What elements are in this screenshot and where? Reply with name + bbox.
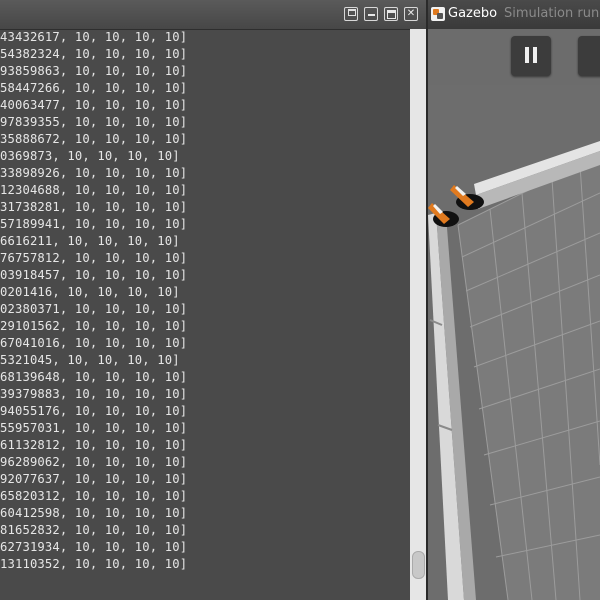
terminal-line: 58447266, 10, 10, 10, 10] [0, 81, 188, 95]
pause-button[interactable] [511, 36, 551, 76]
terminal-scrollbar[interactable] [410, 29, 426, 600]
terminal-line: 31738281, 10, 10, 10, 10] [0, 200, 188, 214]
terminal-line: 43432617, 10, 10, 10, 10] [0, 30, 188, 44]
terminal-line: 33898926, 10, 10, 10, 10] [0, 166, 188, 180]
terminal-line: 29101562, 10, 10, 10, 10] [0, 319, 188, 333]
terminal-line: 62731934, 10, 10, 10, 10] [0, 540, 188, 554]
terminal-titlebar[interactable] [0, 0, 426, 30]
gazebo-subtitle: Simulation runn [504, 6, 600, 21]
gazebo-window: Gazebo Simulation runn [428, 0, 600, 600]
terminal-line: 65820312, 10, 10, 10, 10] [0, 489, 188, 503]
terminal-lines: 43432617, 10, 10, 10, 10] 54382324, 10, 1… [0, 29, 410, 573]
terminal-line: 81652832, 10, 10, 10, 10] [0, 523, 188, 537]
terminal-line: 0201416, 10, 10, 10, 10] [0, 285, 180, 299]
terminal-line: 96289062, 10, 10, 10, 10] [0, 455, 188, 469]
terminal-line: 5321045, 10, 10, 10, 10] [0, 353, 180, 367]
terminal-line: 55957031, 10, 10, 10, 10] [0, 421, 188, 435]
terminal-line: 6616211, 10, 10, 10, 10] [0, 234, 180, 248]
gazebo-title: Gazebo [448, 6, 498, 21]
terminal-output[interactable]: 43432617, 10, 10, 10, 10] 54382324, 10, 1… [0, 29, 410, 600]
gazebo-app-icon [431, 7, 445, 21]
terminal-line: 93859863, 10, 10, 10, 10] [0, 64, 188, 78]
terminal-line: 02380371, 10, 10, 10, 10] [0, 302, 188, 316]
gazebo-titlebar[interactable]: Gazebo Simulation runn [428, 0, 600, 30]
terminal-line: 94055176, 10, 10, 10, 10] [0, 404, 188, 418]
terminal-line: 68139648, 10, 10, 10, 10] [0, 370, 188, 384]
minimize-icon[interactable] [364, 7, 378, 21]
terminal-line: 67041016, 10, 10, 10, 10] [0, 336, 188, 350]
terminal-line: 76757812, 10, 10, 10, 10] [0, 251, 188, 265]
close-icon[interactable] [404, 7, 418, 21]
terminal-line: 60412598, 10, 10, 10, 10] [0, 506, 188, 520]
terminal-line: 0369873, 10, 10, 10, 10] [0, 149, 180, 163]
terminal-window: 43432617, 10, 10, 10, 10] 54382324, 10, 1… [0, 0, 426, 600]
scrollbar-thumb[interactable] [412, 551, 425, 579]
terminal-line: 54382324, 10, 10, 10, 10] [0, 47, 188, 61]
terminal-line: 57189941, 10, 10, 10, 10] [0, 217, 188, 231]
terminal-line: 40063477, 10, 10, 10, 10] [0, 98, 188, 112]
terminal-line: 61132812, 10, 10, 10, 10] [0, 438, 188, 452]
step-button[interactable] [578, 36, 600, 76]
terminal-line: 92077637, 10, 10, 10, 10] [0, 472, 188, 486]
terminal-line: 35888672, 10, 10, 10, 10] [0, 132, 188, 146]
restore-icon[interactable] [344, 7, 358, 21]
terminal-line: 13110352, 10, 10, 10, 10] [0, 557, 188, 571]
terminal-line: 12304688, 10, 10, 10, 10] [0, 183, 188, 197]
terminal-line: 39379883, 10, 10, 10, 10] [0, 387, 188, 401]
terminal-line: 03918457, 10, 10, 10, 10] [0, 268, 188, 282]
maximize-icon[interactable] [384, 7, 398, 21]
simulation-viewport[interactable] [428, 85, 600, 600]
terminal-line: 97839355, 10, 10, 10, 10] [0, 115, 188, 129]
